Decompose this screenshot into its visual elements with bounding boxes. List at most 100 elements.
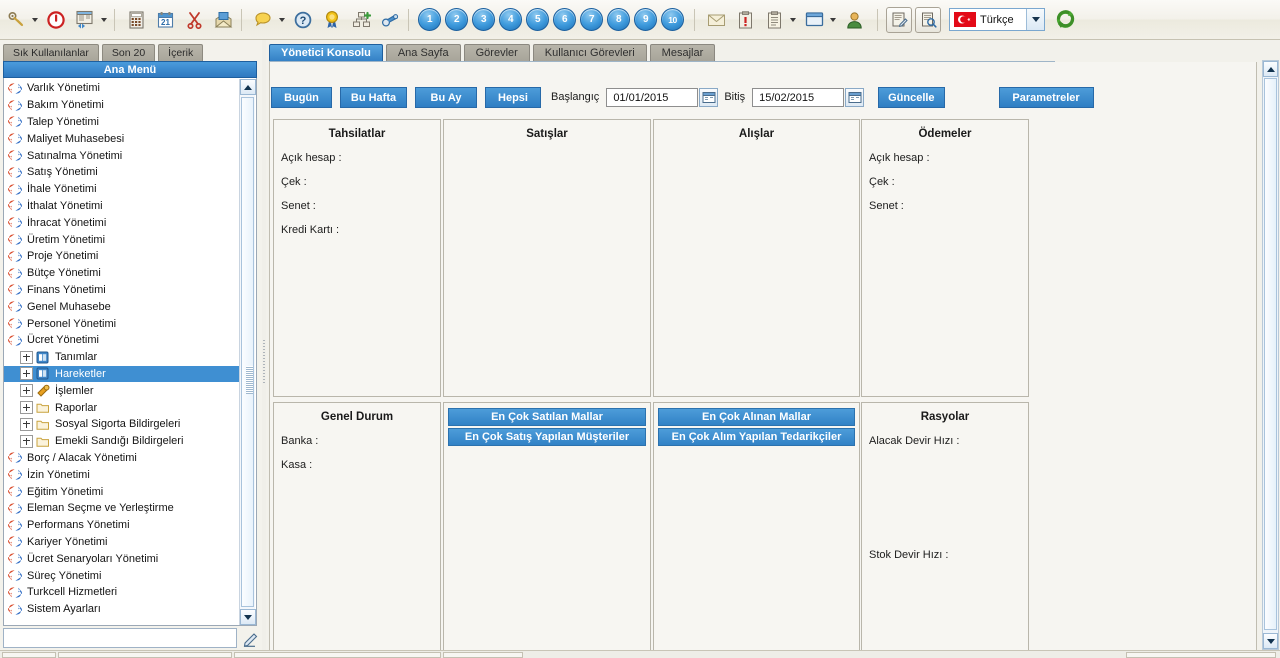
clipboard-list-icon[interactable] (761, 7, 787, 33)
expand-icon[interactable] (20, 367, 33, 381)
sidebar-item-talep-yonetimi[interactable]: Talep Yönetimi (4, 114, 240, 131)
sidebar-item-tanimlar[interactable]: Tanımlar (4, 349, 240, 366)
language-select[interactable]: Türkçe (949, 8, 1045, 31)
main-scroll-up-button[interactable] (1263, 61, 1278, 77)
sidebar-item-personel-yonetimi[interactable]: Personel Yönetimi (4, 315, 240, 332)
sidebar-item-surec-yonetimi[interactable]: Süreç Yönetimi (4, 567, 240, 584)
sidebar-item-i-hracat-yonetimi[interactable]: İhracat Yönetimi (4, 214, 240, 231)
sidebar-item-kariyer-yonetimi[interactable]: Kariyer Yönetimi (4, 534, 240, 551)
quick-number-5[interactable]: 5 (526, 8, 549, 31)
sidebar-tab-last20[interactable]: Son 20 (101, 44, 156, 62)
update-button[interactable]: Güncelle (878, 86, 945, 108)
parameters-button[interactable]: Parametreler (998, 86, 1094, 108)
filter-this-month-button[interactable]: Bu Ay (415, 86, 477, 108)
quick-number-8[interactable]: 8 (607, 8, 630, 31)
envelope-icon[interactable] (703, 7, 729, 33)
top-selling-products-button[interactable]: En Çok Satılan Mallar (448, 408, 646, 426)
sidebar-item-genel-muhasebe[interactable]: Genel Muhasebe (4, 298, 240, 315)
sidebar-item-egitim-yonetimi[interactable]: Eğitim Yönetimi (4, 483, 240, 500)
sidebar-tab-favorites[interactable]: Sık Kullanılanlar (3, 44, 99, 62)
scissors-icon[interactable] (181, 7, 207, 33)
main-scroll-down-button[interactable] (1263, 633, 1278, 649)
expand-icon[interactable] (20, 401, 33, 415)
sidebar-item-turkcell-hizmetleri[interactable]: Turkcell Hizmetleri (4, 584, 240, 601)
sitemap-add-icon[interactable] (348, 7, 374, 33)
window-icon[interactable] (801, 7, 827, 33)
sidebar-item-proje-yonetimi[interactable]: Proje Yönetimi (4, 248, 240, 265)
quick-number-1[interactable]: 1 (418, 8, 441, 31)
sidebar-item-i-hale-yonetimi[interactable]: İhale Yönetimi (4, 181, 240, 198)
sidebar-item-butce-yonetimi[interactable]: Bütçe Yönetimi (4, 265, 240, 282)
main-scroll-thumb[interactable] (1264, 78, 1277, 630)
window-switch-dropdown-caret[interactable] (98, 7, 109, 33)
preview-document-icon[interactable] (915, 6, 941, 33)
top-purchase-suppliers-button[interactable]: En Çok Alım Yapılan Tedarikçiler (658, 428, 855, 446)
end-date-input[interactable]: 15/02/2015 (752, 87, 845, 107)
note-dropdown-caret[interactable] (276, 7, 287, 33)
keys-icon[interactable] (3, 7, 29, 33)
filter-all-button[interactable]: Hepsi (485, 86, 541, 108)
refresh-icon[interactable] (1052, 7, 1078, 33)
top-sales-customers-button[interactable]: En Çok Satış Yapılan Müşteriler (448, 428, 646, 446)
expand-icon[interactable] (20, 417, 33, 431)
expand-icon[interactable] (20, 434, 33, 448)
award-icon[interactable] (319, 7, 345, 33)
sidebar-item-eleman-secme-ve-yerlestirme[interactable]: Eleman Seçme ve Yerleştirme (4, 500, 240, 517)
quick-number-6[interactable]: 6 (553, 8, 576, 31)
sidebar-item-i-thalat-yonetimi[interactable]: İthalat Yönetimi (4, 198, 240, 215)
sidebar-item-uretim-yonetimi[interactable]: Üretim Yönetimi (4, 231, 240, 248)
sidebar-scrollbar[interactable] (239, 79, 256, 625)
filter-this-week-button[interactable]: Bu Hafta (340, 86, 407, 108)
sidebar-item-sosyal-sigorta-bildirgeleri[interactable]: Sosyal Sigorta Bildirgeleri (4, 416, 240, 433)
sidebar-item-satinalma-yonetimi[interactable]: Satınalma Yönetimi (4, 147, 240, 164)
user-icon[interactable] (841, 7, 867, 33)
calendar-icon[interactable]: 21 (152, 7, 178, 33)
sidebar-item-ucret-senaryolari-yonetimi[interactable]: Ücret Senaryoları Yönetimi (4, 550, 240, 567)
sidebar-search-input[interactable] (3, 628, 237, 648)
calendar-picker-icon-end[interactable] (845, 87, 865, 107)
mail-open-icon[interactable] (210, 7, 236, 33)
clipboard-list-dropdown-caret[interactable] (787, 7, 798, 33)
binoculars-icon[interactable] (377, 7, 403, 33)
sidebar-scroll-thumb[interactable] (241, 97, 254, 607)
calculator-icon[interactable] (123, 7, 149, 33)
top-purchased-products-button[interactable]: En Çok Alınan Mallar (658, 408, 855, 426)
filter-today-button[interactable]: Bugün (271, 86, 332, 108)
sidebar-scroll-down-button[interactable] (240, 609, 256, 625)
keys-dropdown-caret[interactable] (29, 7, 40, 33)
sidebar-item-hareketler[interactable]: Hareketler (4, 365, 240, 383)
quick-number-9[interactable]: 9 (634, 8, 657, 31)
calendar-picker-icon[interactable] (699, 87, 719, 107)
quick-number-4[interactable]: 4 (499, 8, 522, 31)
help-icon[interactable]: ? (290, 7, 316, 33)
sidebar-item-ucret-yonetimi[interactable]: Ücret Yönetimi (4, 332, 240, 349)
expand-icon[interactable] (20, 350, 33, 364)
sidebar-tab-content[interactable]: İçerik (158, 44, 204, 62)
sidebar-item-sistem-ayarlari[interactable]: Sistem Ayarları (4, 601, 240, 618)
sidebar-item-finans-yonetimi[interactable]: Finans Yönetimi (4, 282, 240, 299)
quick-number-10[interactable]: 10 (661, 8, 684, 31)
main-scrollbar[interactable] (1262, 60, 1279, 650)
sidebar-scroll-up-button[interactable] (240, 79, 256, 95)
power-off-icon[interactable] (43, 7, 69, 33)
window-switch-icon[interactable] (72, 7, 98, 33)
sidebar-item-raporlar[interactable]: Raporlar (4, 399, 240, 416)
sidebar-item-borc-alacak-yonetimi[interactable]: Borç / Alacak Yönetimi (4, 450, 240, 467)
sidebar-item-bakim-yonetimi[interactable]: Bakım Yönetimi (4, 97, 240, 114)
expand-icon[interactable] (20, 384, 33, 398)
sidebar-item-i-zin-yonetimi[interactable]: İzin Yönetimi (4, 466, 240, 483)
quick-number-7[interactable]: 7 (580, 8, 603, 31)
chevron-down-icon[interactable] (1026, 9, 1044, 30)
sidebar-item-i-slemler[interactable]: İşlemler (4, 382, 240, 399)
quick-number-2[interactable]: 2 (445, 8, 468, 31)
quick-number-3[interactable]: 3 (472, 8, 495, 31)
clipboard-alert-icon[interactable] (732, 7, 758, 33)
window-dropdown-caret[interactable] (827, 7, 838, 33)
sidebar-item-performans-yonetimi[interactable]: Performans Yönetimi (4, 517, 240, 534)
sidebar-item-maliyet-muhasebesi[interactable]: Maliyet Muhasebesi (4, 130, 240, 147)
sidebar-item-satis-yonetimi[interactable]: Satış Yönetimi (4, 164, 240, 181)
pen-edit-icon[interactable] (241, 628, 261, 648)
sidebar-item-emekli-sandigi-bildirgeleri[interactable]: Emekli Sandığı Bildirgeleri (4, 433, 240, 450)
start-date-input[interactable]: 01/01/2015 (606, 87, 699, 107)
note-icon[interactable] (250, 7, 276, 33)
